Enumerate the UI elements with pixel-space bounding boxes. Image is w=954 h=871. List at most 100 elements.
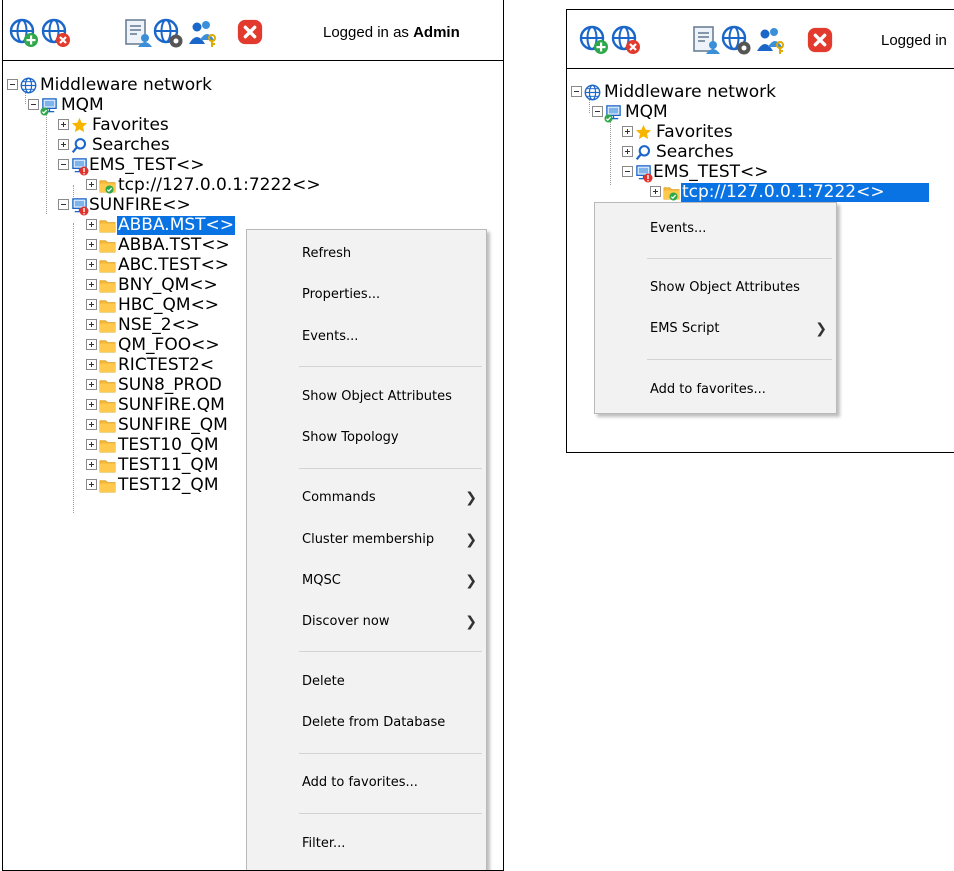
- tree-node-label: TEST12_QM: [118, 475, 219, 495]
- folder-icon: [99, 277, 116, 294]
- tree-node-label: ABBA.TST<>: [118, 235, 230, 255]
- tree-node-label: BNY_QM<>: [118, 275, 218, 295]
- menu-item-discover-now[interactable]: Discover now ❯: [247, 610, 486, 634]
- collapse-toggle[interactable]: [592, 106, 603, 117]
- tree-node-label: QM_FOO<>: [118, 335, 220, 355]
- toolbar: Logged in: [567, 10, 954, 69]
- menu-item-mqsc[interactable]: MQSC ❯: [247, 569, 486, 593]
- folder-icon: [99, 397, 116, 414]
- tree-node-label: TEST10_QM: [118, 435, 219, 455]
- expand-toggle[interactable]: [622, 126, 633, 137]
- folder-icon: [99, 417, 116, 434]
- tree-node-label: TEST11_QM: [118, 455, 219, 475]
- report-icon[interactable]: [123, 18, 153, 48]
- users-keys-icon[interactable]: [756, 25, 786, 55]
- expand-toggle[interactable]: [86, 339, 97, 350]
- expand-toggle[interactable]: [86, 359, 97, 370]
- ok-badge-icon: [604, 114, 613, 123]
- folder-icon: [99, 477, 116, 494]
- expand-toggle[interactable]: [58, 119, 69, 130]
- folder-icon: [99, 357, 116, 374]
- expand-toggle[interactable]: [86, 459, 97, 470]
- tree-node-label: NSE_2<>: [118, 315, 201, 335]
- close-icon[interactable]: [236, 18, 264, 46]
- collapse-toggle[interactable]: [28, 99, 39, 110]
- network-settings-icon[interactable]: [153, 18, 183, 48]
- menu-item-show-object-attributes[interactable]: Show Object Attributes: [595, 276, 836, 300]
- folder-icon: [99, 257, 116, 274]
- left-window: Logged in as Admin Middleware network MQ…: [2, 0, 504, 871]
- folder-icon: [99, 437, 116, 454]
- close-icon[interactable]: [806, 26, 834, 54]
- tree-node-label: ABC.TEST<>: [118, 255, 230, 275]
- menu-item-events[interactable]: Events...: [247, 325, 486, 349]
- folder-icon: [99, 317, 116, 334]
- report-icon[interactable]: [691, 25, 721, 55]
- tree-node-label: SUNFIRE.QM: [118, 395, 225, 415]
- tree-node-label: SUN8_PROD: [118, 375, 222, 395]
- right-window: Logged in Middleware network MQM Favorit…: [566, 9, 954, 453]
- network-settings-icon[interactable]: [721, 25, 751, 55]
- menu-item-ems-script[interactable]: EMS Script ❯: [595, 317, 836, 341]
- search-icon: [635, 144, 652, 161]
- menu-item-commands[interactable]: Commands ❯: [247, 486, 486, 510]
- chevron-right-icon: ❯: [465, 614, 477, 630]
- menu-item-events[interactable]: Events...: [595, 217, 836, 241]
- context-menu: Events... Show Object Attributes EMS Scr…: [594, 202, 837, 414]
- menu-item-delete-from-database[interactable]: Delete from Database: [247, 711, 486, 735]
- folder-icon: [99, 457, 116, 474]
- expand-toggle[interactable]: [86, 219, 97, 230]
- toolbar: Logged in as Admin: [3, 0, 503, 61]
- chevron-right-icon: ❯: [465, 573, 477, 589]
- expand-toggle[interactable]: [86, 239, 97, 250]
- collapse-toggle[interactable]: [7, 79, 18, 90]
- menu-item-refresh[interactable]: Refresh: [247, 242, 486, 266]
- expand-toggle[interactable]: [86, 279, 97, 290]
- tree-node-label: RICTEST2<: [118, 355, 215, 375]
- collapse-toggle[interactable]: [571, 86, 582, 97]
- expand-toggle[interactable]: [650, 186, 661, 197]
- menu-item-add-to-favorites[interactable]: Add to favorites...: [595, 378, 836, 402]
- tree-node-label: SUNFIRE_QM: [118, 415, 228, 435]
- collapse-toggle[interactable]: [58, 199, 69, 210]
- expand-toggle[interactable]: [86, 299, 97, 310]
- users-keys-icon[interactable]: [188, 18, 218, 48]
- collapse-toggle[interactable]: [58, 159, 69, 170]
- expand-toggle[interactable]: [86, 439, 97, 450]
- folder-icon: [99, 297, 116, 314]
- expand-toggle[interactable]: [86, 179, 97, 190]
- expand-toggle[interactable]: [86, 319, 97, 330]
- ok-badge-icon: [669, 192, 678, 201]
- remove-network-icon[interactable]: [611, 25, 641, 55]
- tree-node-label: HBC_QM<>: [118, 295, 220, 315]
- globe-icon: [584, 84, 601, 101]
- ok-badge-icon: [105, 185, 114, 194]
- folder-icon: [99, 217, 116, 234]
- expand-toggle[interactable]: [86, 379, 97, 390]
- expand-toggle[interactable]: [58, 139, 69, 150]
- expand-toggle[interactable]: [86, 419, 97, 430]
- globe-icon: [20, 77, 37, 94]
- expand-toggle[interactable]: [86, 479, 97, 490]
- menu-item-show-topology[interactable]: Show Topology: [247, 426, 486, 450]
- folder-icon: [99, 337, 116, 354]
- add-network-icon[interactable]: [579, 25, 609, 55]
- expand-toggle[interactable]: [622, 146, 633, 157]
- menu-item-filter[interactable]: Filter...: [247, 832, 486, 856]
- remove-network-icon[interactable]: [41, 18, 71, 48]
- search-icon: [71, 137, 88, 154]
- collapse-toggle[interactable]: [622, 166, 633, 177]
- menu-item-add-to-favorites[interactable]: Add to favorites...: [247, 771, 486, 795]
- menu-item-show-object-attributes[interactable]: Show Object Attributes: [247, 385, 486, 409]
- star-icon: [635, 124, 652, 141]
- folder-icon: [99, 237, 116, 254]
- menu-item-cluster-membership[interactable]: Cluster membership ❯: [247, 528, 486, 552]
- menu-item-delete[interactable]: Delete: [247, 670, 486, 694]
- menu-item-properties[interactable]: Properties...: [247, 283, 486, 307]
- star-icon: [71, 117, 88, 134]
- chevron-right-icon: ❯: [465, 490, 477, 506]
- expand-toggle[interactable]: [86, 399, 97, 410]
- login-status: Logged in: [881, 32, 947, 49]
- expand-toggle[interactable]: [86, 259, 97, 270]
- add-network-icon[interactable]: [9, 18, 39, 48]
